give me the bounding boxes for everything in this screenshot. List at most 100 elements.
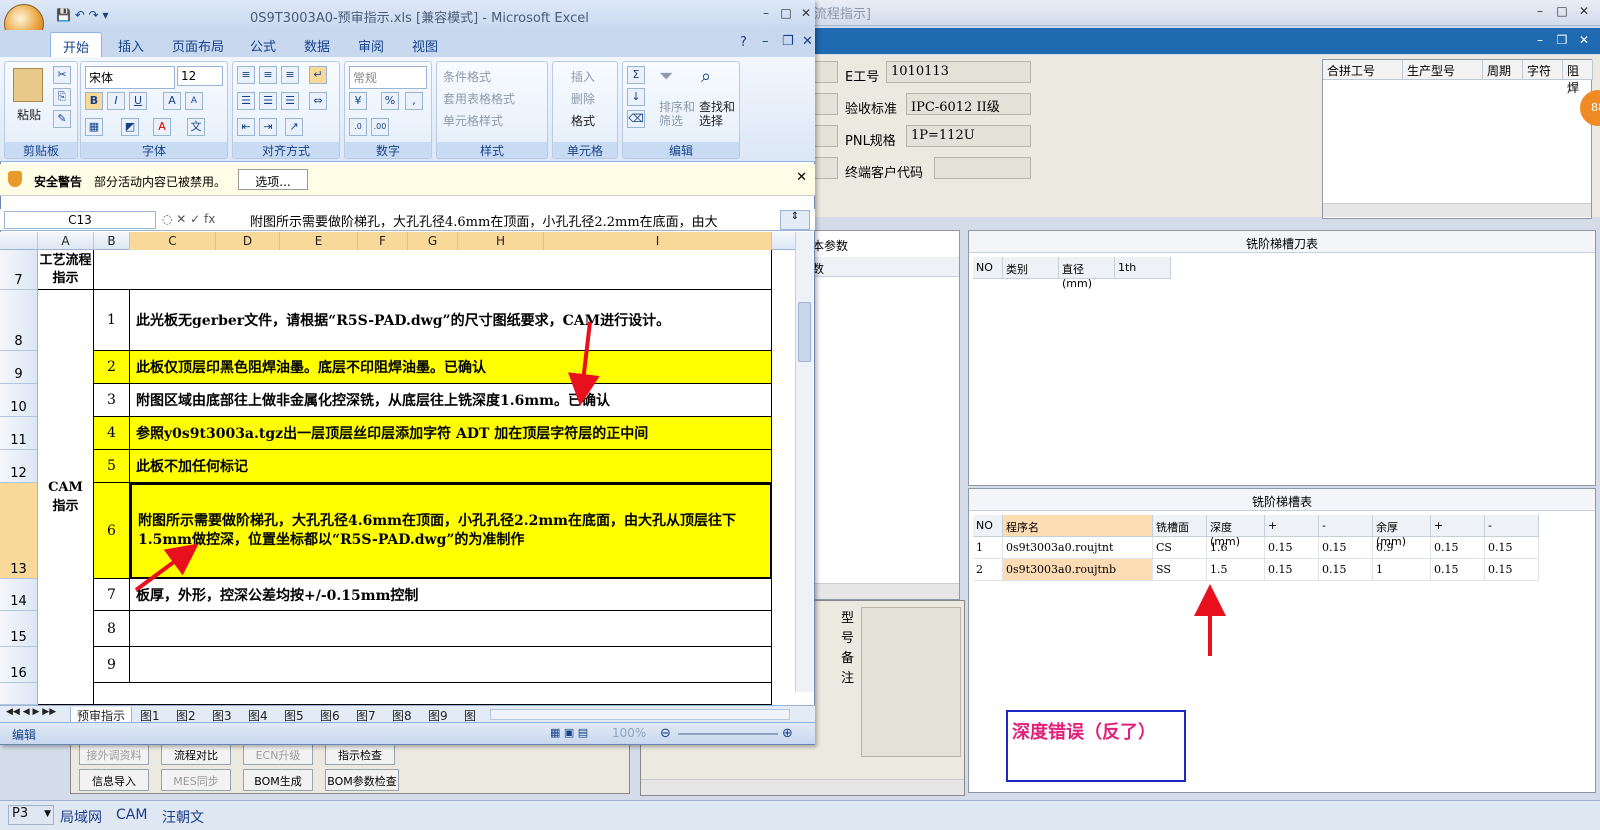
tab-insert[interactable]: 插入	[118, 36, 144, 55]
column-header[interactable]: I	[544, 232, 772, 250]
ecn-upgrade-button[interactable]: ECN升级	[243, 743, 313, 765]
instruction-cell[interactable]	[130, 647, 772, 683]
bom-generate-button[interactable]: BOM生成	[243, 769, 313, 791]
item-number-cell[interactable]: 4	[94, 417, 130, 450]
close-icon[interactable]: ✕	[1576, 4, 1592, 18]
instruction-check-button[interactable]: 指示检查	[325, 743, 395, 765]
instruction-cell[interactable]: 附图区域由底部往上做非金属化控深铣，从底层往上铣深度1.6mm。已确认	[130, 384, 772, 417]
insert-cells-button[interactable]: 插入	[571, 68, 595, 85]
clear-icon[interactable]: ⌫	[627, 110, 645, 128]
excel-close-icon[interactable]: ✕	[798, 6, 814, 20]
tab-page-layout[interactable]: 页面布局	[172, 36, 224, 55]
column-header[interactable]: G	[408, 232, 458, 250]
external-data-button[interactable]: 接外调资料	[79, 743, 149, 765]
zoom-in-icon[interactable]: ⊕	[782, 726, 793, 741]
percent-icon[interactable]: %	[381, 92, 399, 110]
cam-instruction-cell[interactable]: CAM指示	[38, 290, 94, 705]
model-note-field[interactable]	[861, 607, 961, 757]
row-header[interactable]: 12	[0, 450, 38, 483]
phonetic-icon[interactable]: 文	[187, 118, 205, 136]
process-flow-header-cell[interactable]: 工艺流程指示	[38, 250, 94, 290]
row-header[interactable]: 14	[0, 579, 38, 611]
formula-buttons[interactable]: ◌ ✕ ✓ fx	[162, 212, 215, 226]
instruction-cell[interactable]: 板厚，外形，控深公差均按+/-0.15mm控制	[130, 579, 772, 611]
font-size-select[interactable]: 12	[177, 66, 223, 86]
decrease-font-icon[interactable]: A	[185, 92, 203, 110]
copy-icon[interactable]: ⎘	[53, 88, 71, 106]
grid-header[interactable]: 字符	[1523, 60, 1563, 80]
row-header[interactable]: 8	[0, 290, 38, 351]
increase-decimal-icon[interactable]: .0	[349, 118, 367, 136]
row-header[interactable]: 9	[0, 351, 38, 384]
align-middle-icon[interactable]: ≡	[259, 66, 277, 84]
format-painter-icon[interactable]: ✎	[53, 110, 71, 128]
instruction-cell[interactable]	[130, 611, 772, 647]
horizontal-scrollbar[interactable]	[1323, 203, 1591, 217]
scrollbar-thumb[interactable]	[798, 302, 811, 362]
align-right-icon[interactable]: ☰	[281, 92, 299, 110]
cell[interactable]	[94, 683, 772, 705]
tab-formulas[interactable]: 公式	[250, 36, 276, 55]
pnl-spec-field[interactable]: 1P=112U	[906, 125, 1031, 147]
ribbon-restore-icon[interactable]: ❐	[782, 34, 794, 49]
bold-icon[interactable]: B	[85, 92, 103, 110]
tab-view[interactable]: 视图	[412, 36, 438, 55]
decrease-decimal-icon[interactable]: .00	[371, 118, 389, 136]
flow-compare-button[interactable]: 流程对比	[161, 743, 231, 765]
cell-styles-button[interactable]: 单元格样式	[443, 112, 503, 129]
grid-header[interactable]: 阻焊	[1563, 60, 1593, 95]
sort-filter-button[interactable]: 排序和 筛选	[659, 100, 695, 128]
merge-center-icon[interactable]: ⇔	[309, 92, 327, 110]
grid-header[interactable]: 生产型号	[1403, 60, 1483, 80]
orientation-icon[interactable]: ↗	[285, 118, 303, 136]
tab-review[interactable]: 审阅	[358, 36, 384, 55]
mes-sync-button[interactable]: MES同步	[161, 769, 231, 791]
slot-col-header[interactable]: +	[1431, 515, 1485, 537]
wrap-text-icon[interactable]: ↵	[309, 66, 327, 84]
comma-icon[interactable]: ,	[405, 92, 423, 110]
slot-col-header[interactable]: 深度(mm)	[1207, 515, 1265, 548]
slot-cell[interactable]: 0.15	[1265, 537, 1319, 559]
increase-indent-icon[interactable]: ⇥	[259, 118, 277, 136]
tool-col-header[interactable]: 直径(mm)	[1059, 257, 1115, 290]
horizontal-scrollbar[interactable]	[490, 709, 790, 720]
slot-col-header[interactable]: 程序名	[1003, 515, 1153, 537]
paste-icon[interactable]	[13, 68, 43, 102]
item-number-cell[interactable]: 7	[94, 579, 130, 611]
p3-dropdown[interactable]: P3 ▼	[8, 805, 54, 825]
slot-cell-selected[interactable]: 0s9t3003a0.roujtnb	[1003, 559, 1153, 581]
column-header[interactable]: D	[216, 232, 280, 250]
item-number-cell[interactable]: 3	[94, 384, 130, 417]
slot-cell[interactable]: 0.9	[1373, 537, 1431, 559]
slot-cell[interactable]: SS	[1153, 559, 1207, 581]
border-icon[interactable]: ▦	[85, 118, 103, 136]
slot-cell[interactable]: 1.6	[1207, 537, 1265, 559]
font-name-select[interactable]: 宋体	[85, 66, 175, 89]
ribbon-close-icon[interactable]: ✕	[802, 34, 813, 49]
sort-filter-icon[interactable]: ⏷	[659, 66, 673, 87]
slot-cell[interactable]: 1	[973, 537, 1003, 559]
mdi-close-icon[interactable]: ✕	[1576, 33, 1592, 47]
slot-col-header[interactable]: +	[1265, 515, 1319, 537]
security-options-button[interactable]: 选项...	[238, 169, 308, 190]
slot-cell[interactable]: CS	[1153, 537, 1207, 559]
mdi-restore-icon[interactable]: ❐	[1554, 33, 1570, 47]
currency-icon[interactable]: ¥	[349, 92, 367, 110]
merge-job-grid[interactable]: 合拼工号 生产型号 周期 字符 阻焊	[1322, 59, 1593, 219]
tab-home[interactable]: 开始	[50, 32, 103, 57]
column-header[interactable]: E	[280, 232, 358, 250]
slot-col-header[interactable]: -	[1485, 515, 1539, 537]
item-number-cell[interactable]: 8	[94, 611, 130, 647]
row-header[interactable]: 13	[0, 483, 38, 579]
horizontal-scrollbar[interactable]	[796, 583, 959, 599]
instruction-cell[interactable]: 此板仅顶层印黑色阻焊油墨。底层不印阻焊油墨。已确认	[130, 351, 772, 384]
row-header[interactable]: 15	[0, 611, 38, 647]
cell[interactable]	[94, 250, 772, 290]
tool-col-header[interactable]: 1th	[1115, 257, 1171, 279]
row-header[interactable]: 10	[0, 384, 38, 417]
grid-header[interactable]: 合拼工号	[1323, 60, 1403, 80]
delete-cells-button[interactable]: 删除	[571, 90, 595, 107]
column-header[interactable]: H	[458, 232, 544, 250]
fill-icon[interactable]: ↓	[627, 88, 645, 106]
help-icon[interactable]: ?	[740, 35, 747, 50]
